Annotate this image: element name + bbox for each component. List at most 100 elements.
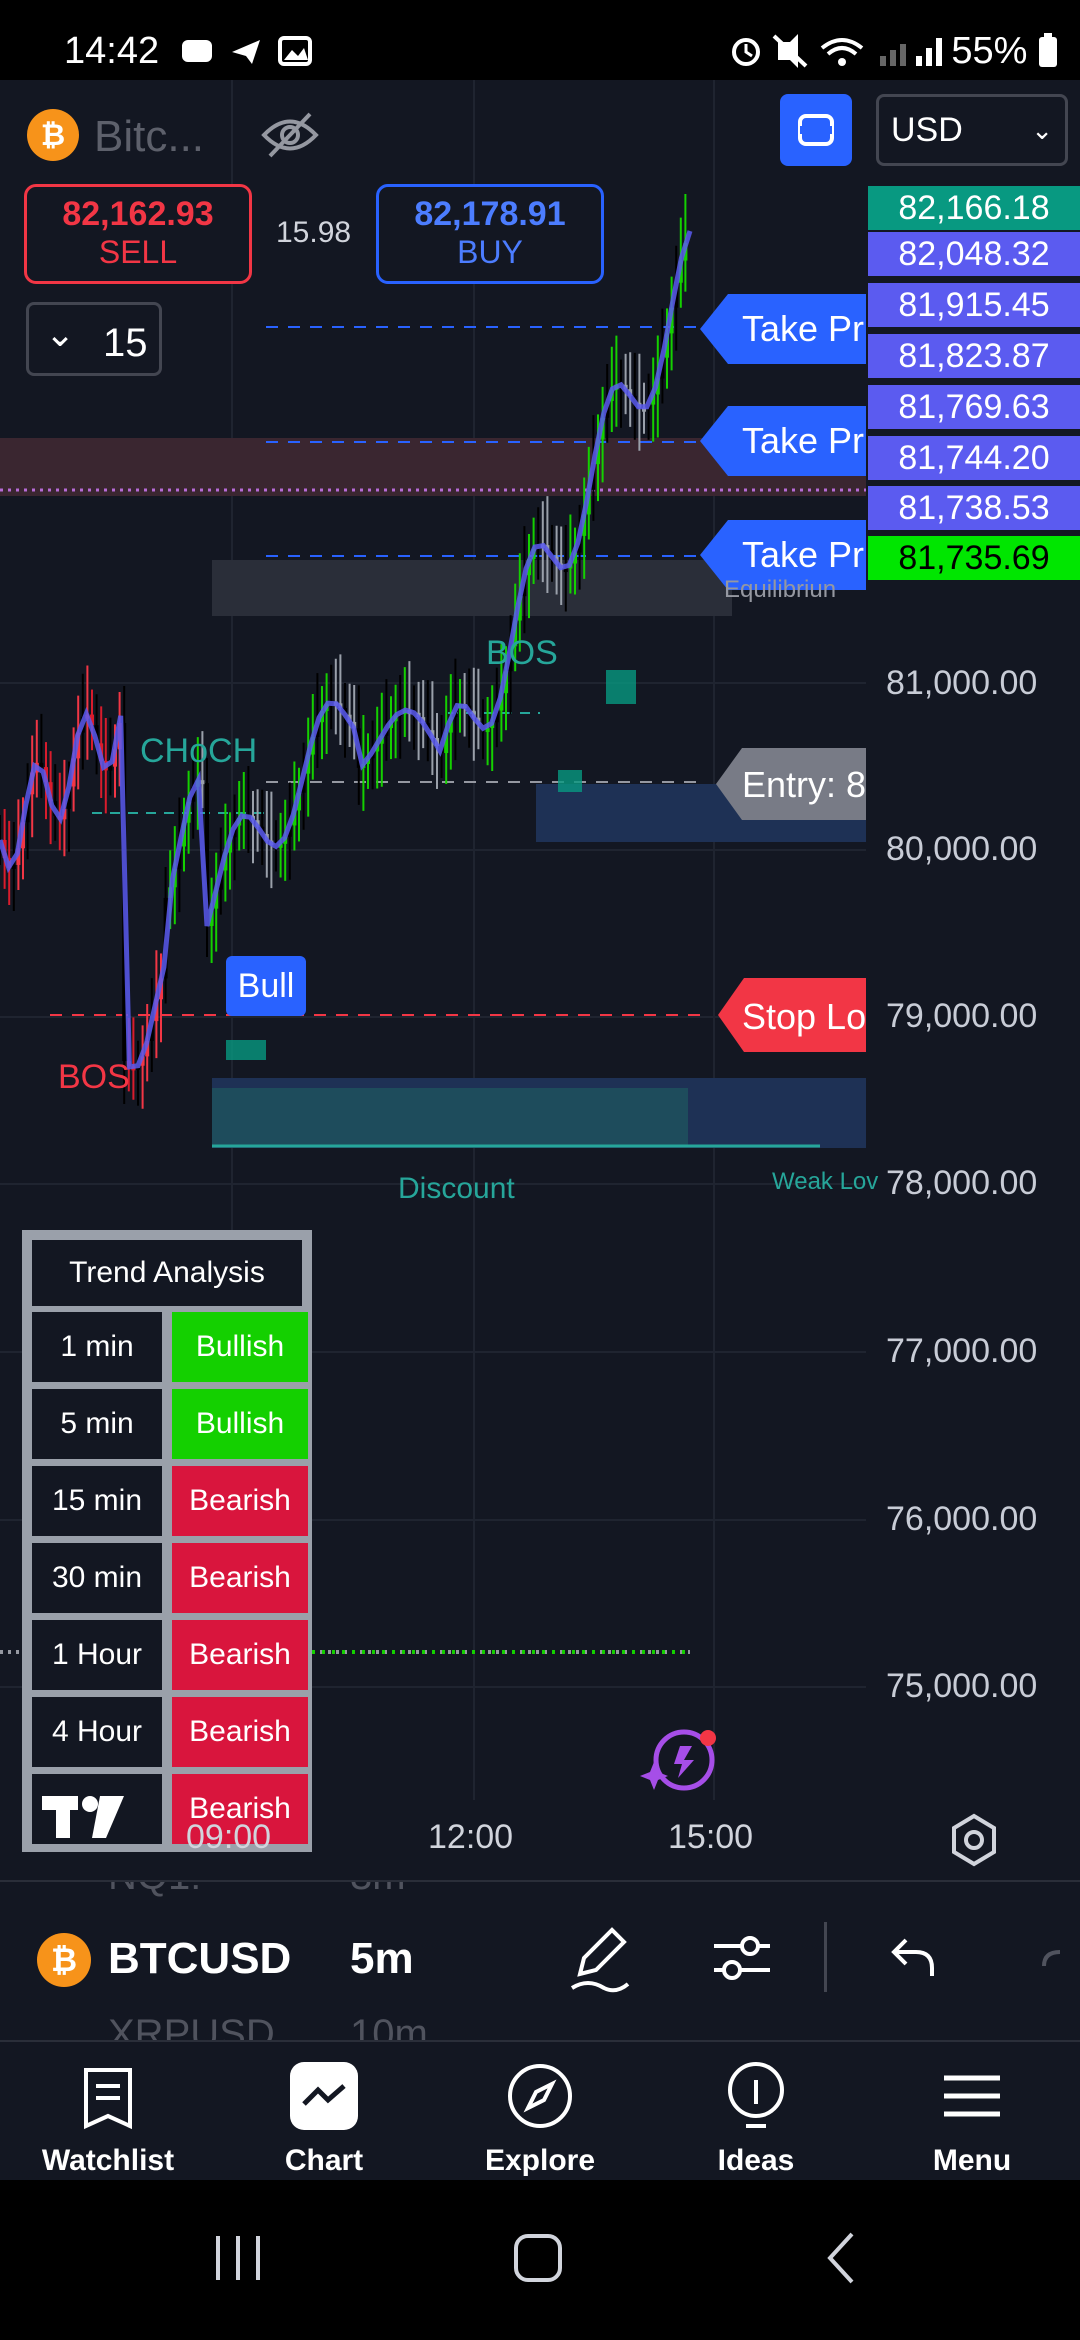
- symbol-toolbar[interactable]: NQ1! 3m ₿ BTCUSD 5m XRPUSD 10m: [0, 1880, 1080, 2042]
- next-interval: 10m: [350, 2012, 428, 2042]
- nav-chart[interactable]: Chart: [216, 2042, 432, 2182]
- equilibrium-zone: [212, 560, 732, 616]
- discount-label: Discount: [398, 1172, 515, 1205]
- price-label: 81,744.20: [868, 436, 1080, 480]
- price-label: 81,915.45: [868, 283, 1080, 327]
- currency-select[interactable]: USD ⌄: [876, 94, 1068, 166]
- axis-settings-icon[interactable]: [946, 1812, 1002, 1868]
- order-block-1: [226, 1040, 266, 1060]
- notification-icons: [180, 34, 330, 76]
- battery-icon: [1039, 33, 1057, 67]
- trend-title-cell: Trend Analysis: [32, 1240, 302, 1306]
- nav-watchlist[interactable]: Watchlist: [0, 2042, 216, 2182]
- nav-chart-label: Chart: [284, 2144, 364, 2177]
- take-profit-2-flag[interactable]: Take Pr: [700, 406, 866, 476]
- time-tick: 12:00: [428, 1818, 514, 1856]
- ai-assistant-icon[interactable]: [636, 1720, 726, 1800]
- take-profit-1-flag[interactable]: Take Pr: [700, 294, 866, 364]
- bull-label: Bull: [237, 967, 295, 1005]
- trend-state: Bullish: [172, 1312, 308, 1382]
- price-label: 81,735.69: [868, 536, 1080, 580]
- trend-timeframe: 30 min: [32, 1543, 162, 1613]
- price-label: 82,048.32: [868, 232, 1080, 276]
- back-icon[interactable]: [812, 2228, 872, 2288]
- entry-flag[interactable]: Entry: 8: [716, 748, 866, 820]
- bos-label-top: BOS: [486, 634, 558, 672]
- chevron-down-icon: ⌄: [1031, 115, 1053, 145]
- nav-ideas[interactable]: Ideas: [648, 2042, 864, 2182]
- current-symbol[interactable]: BTCUSD: [108, 1934, 291, 1984]
- chart-area[interactable]: ₿ Bitc... USD ⌄ 82,162.93 SELL 15.98 82,…: [0, 80, 1080, 1880]
- trend-state: Bearish: [172, 1620, 308, 1690]
- notification-icons-svg: [182, 36, 312, 66]
- home-icon[interactable]: [508, 2228, 568, 2288]
- chart-icon: [290, 2062, 358, 2130]
- price-tick: 76,000.00: [886, 1500, 1038, 1538]
- drawing-pen-icon[interactable]: [568, 1922, 632, 1994]
- trend-row: 1 min Bullish: [32, 1312, 310, 1382]
- spread-value: 15.98: [276, 216, 352, 249]
- hide-eye-icon[interactable]: [260, 110, 320, 160]
- currency-value: USD: [891, 111, 963, 149]
- system-icons: [730, 34, 950, 76]
- price-tick: 75,000.00: [886, 1667, 1038, 1705]
- entry-label: Entry: 8: [742, 764, 867, 805]
- tradingview-logo-icon: [42, 1796, 124, 1838]
- trend-timeframe: 1 min: [32, 1312, 162, 1382]
- buy-price: 82,178.91: [414, 195, 566, 233]
- nav-explore[interactable]: Explore: [432, 2042, 648, 2182]
- prev-interval: 3m: [350, 1882, 406, 1899]
- symbol-button[interactable]: ₿ Bitc...: [26, 104, 236, 164]
- symbol-short-name: Bitc...: [94, 112, 205, 161]
- time-tick: 09:00: [186, 1818, 272, 1856]
- chevron-down-icon: ⌄: [45, 313, 76, 354]
- quantity-value: 15: [103, 321, 148, 365]
- battery-percent: 55%: [951, 30, 1028, 72]
- undo-icon[interactable]: [882, 1930, 938, 1986]
- compass-icon: [508, 2064, 572, 2128]
- trend-row: 1 Hour Bearish: [32, 1620, 310, 1690]
- indicators-sliders-icon[interactable]: [710, 1926, 774, 1990]
- trend-state: Bearish: [172, 1466, 308, 1536]
- price-tick: 80,000.00: [886, 830, 1038, 868]
- order-block-2: [558, 770, 582, 792]
- prev-symbol: NQ1!: [108, 1882, 201, 1899]
- refresh-square-icon: [798, 114, 834, 146]
- trading-panel-toggle[interactable]: [780, 94, 852, 166]
- svg-text:₿: ₿: [51, 1941, 77, 1979]
- redo-icon[interactable]: [1040, 1930, 1080, 1986]
- equilibrium-label: Equilibriun: [724, 576, 837, 603]
- time-tick: 15:00: [668, 1818, 754, 1856]
- price-tick: 77,000.00: [886, 1332, 1038, 1370]
- choch-label: CHoCH: [140, 732, 258, 770]
- trend-row: 30 min Bearish: [32, 1543, 310, 1613]
- bull-badge: Bull: [226, 956, 306, 1016]
- watchlist-icon: [84, 2068, 132, 2130]
- sell-button[interactable]: 82,162.93 SELL: [24, 184, 252, 284]
- price-tick: 79,000.00: [886, 997, 1038, 1035]
- stop-loss-flag[interactable]: Stop Lo: [718, 978, 866, 1052]
- trend-analysis-table: Trend Analysis 1 min Bullish 5 min Bullish 1…: [22, 1230, 312, 1852]
- trend-timeframe: 5 min: [32, 1389, 162, 1459]
- current-interval[interactable]: 5m: [350, 1934, 414, 1984]
- nav-menu[interactable]: Menu: [864, 2042, 1080, 2182]
- price-label: 81,769.63: [868, 385, 1080, 429]
- trend-title: Trend Analysis: [69, 1256, 265, 1289]
- quantity-selector[interactable]: ⌄ 15: [26, 302, 162, 376]
- buy-button[interactable]: 82,178.91 BUY: [376, 184, 604, 284]
- buy-label: BUY: [457, 234, 523, 270]
- status-bar: 14:42 55%: [0, 0, 1080, 80]
- recent-apps-icon[interactable]: [208, 2228, 268, 2288]
- take-profit-3-label: Take Pr: [742, 534, 865, 575]
- stop-loss-label: Stop Lo: [742, 996, 867, 1037]
- price-label: 81,738.53: [868, 486, 1080, 530]
- sell-price: 82,162.93: [62, 195, 214, 233]
- bottom-navigation[interactable]: Watchlist Chart Explore Ideas Menu: [0, 2040, 1080, 2182]
- bos-label-bottom: BOS: [58, 1058, 130, 1096]
- nav-watchlist-label: Watchlist: [41, 2144, 175, 2177]
- status-time: 14:42: [64, 30, 160, 72]
- order-block-3: [606, 670, 636, 704]
- discount-zone-inner: [212, 1088, 688, 1146]
- weak-low-label: Weak Lov: [772, 1168, 879, 1195]
- trend-state: Bearish: [172, 1543, 308, 1613]
